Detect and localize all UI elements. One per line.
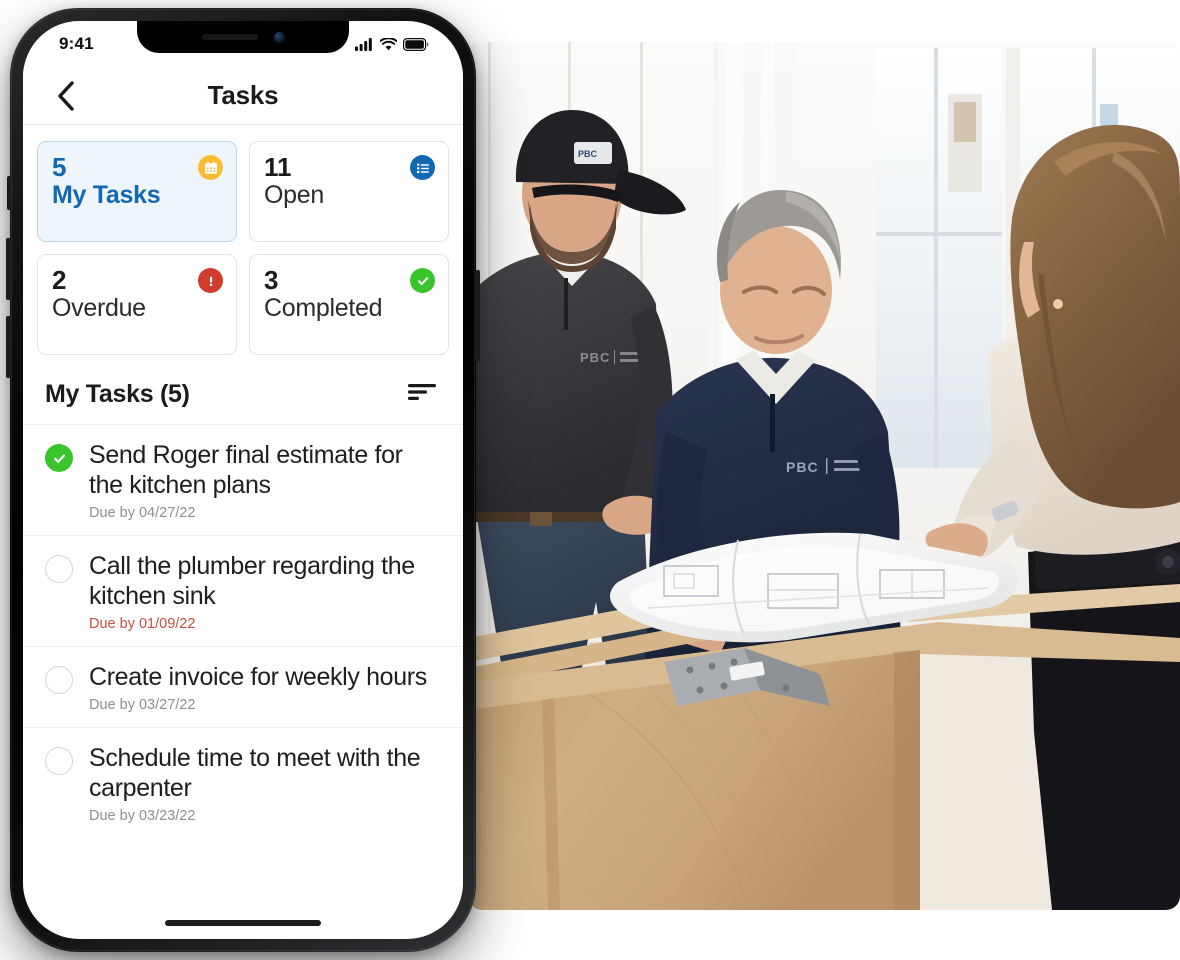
- front-camera-icon: [273, 31, 285, 43]
- navigation-bar: Tasks: [23, 67, 463, 125]
- task-row[interactable]: Call the plumber regarding the kitchen s…: [23, 535, 463, 646]
- stat-label-completed: Completed: [264, 294, 383, 323]
- notch: [137, 21, 349, 53]
- stat-count-my-tasks: 5: [52, 152, 67, 182]
- task-body: Send Roger final estimate for the kitche…: [89, 440, 441, 521]
- task-row[interactable]: Create invoice for weekly hours Due by 0…: [23, 646, 463, 727]
- sort-button[interactable]: [403, 377, 441, 412]
- task-title: Call the plumber regarding the kitchen s…: [89, 552, 415, 610]
- task-due-date: Due by 03/23/22: [89, 808, 196, 824]
- stat-card-completed[interactable]: 3 Completed: [249, 254, 449, 355]
- task-due-date: Due by 04/27/22: [89, 505, 196, 521]
- volume-up-button[interactable]: [6, 238, 11, 300]
- stat-card-my-tasks[interactable]: 5 My Tasks: [37, 141, 237, 242]
- volume-down-button[interactable]: [6, 316, 11, 378]
- sort-icon: [408, 384, 436, 400]
- task-row[interactable]: Send Roger final estimate for the kitche…: [23, 424, 463, 535]
- svg-text:PBC: PBC: [580, 350, 610, 365]
- phone-device: 9:41 Tasks 5 My Tasks 11 Open 2 Overdue …: [6, 8, 480, 952]
- check-glyph: [417, 276, 428, 285]
- stat-label-overdue: Overdue: [52, 294, 146, 323]
- stat-label-my-tasks: My Tasks: [52, 181, 161, 210]
- screenshot-stage: PBC PBC PBC 9:41 Tasks 5 My Tasks 11 Ope…: [0, 0, 1180, 960]
- status-time: 9:41: [59, 34, 94, 53]
- task-title: Create invoice for weekly hours: [89, 663, 427, 691]
- list-glyph: [416, 163, 429, 173]
- task-title: Send Roger final estimate for the kitche…: [89, 441, 403, 499]
- stat-label-open: Open: [264, 181, 324, 210]
- calendar-icon: [198, 155, 223, 180]
- alert-icon: [198, 268, 223, 293]
- stat-count-open: 11: [264, 152, 292, 182]
- check-circle-icon: [410, 268, 435, 293]
- stat-card-grid: 5 My Tasks 11 Open 2 Overdue 3 Completed: [23, 125, 463, 363]
- calendar-glyph: [204, 161, 217, 174]
- back-button[interactable]: [45, 76, 85, 116]
- earpiece-speaker: [201, 34, 258, 40]
- task-row[interactable]: Schedule time to meet with the carpenter…: [23, 727, 463, 838]
- chevron-left-icon: [57, 80, 74, 111]
- stat-count-completed: 3: [264, 265, 279, 295]
- svg-text:PBC: PBC: [578, 149, 598, 159]
- mute-switch[interactable]: [7, 176, 11, 210]
- section-header: My Tasks (5): [23, 363, 463, 424]
- battery-icon: [403, 37, 429, 51]
- checkmark-icon: [53, 454, 65, 463]
- task-checkbox-empty[interactable]: [45, 666, 73, 694]
- task-body: Call the plumber regarding the kitchen s…: [89, 551, 441, 632]
- task-title: Schedule time to meet with the carpenter: [89, 744, 421, 802]
- task-checkbox-empty[interactable]: [45, 555, 73, 583]
- cellular-signal-icon: [355, 37, 372, 51]
- stat-count-overdue: 2: [52, 265, 67, 295]
- wifi-icon: [380, 37, 397, 50]
- list-icon: [410, 155, 435, 180]
- stat-card-overdue[interactable]: 2 Overdue: [37, 254, 237, 355]
- phone-screen: 9:41 Tasks 5 My Tasks 11 Open 2 Overdue …: [23, 21, 463, 939]
- alert-glyph: [209, 276, 212, 286]
- task-checkbox-checked[interactable]: [45, 444, 73, 472]
- page-title: Tasks: [207, 80, 279, 110]
- task-body: Schedule time to meet with the carpenter…: [89, 743, 441, 824]
- task-due-date-overdue: Due by 01/09/22: [89, 616, 196, 632]
- section-title: My Tasks (5): [45, 380, 190, 408]
- task-body: Create invoice for weekly hours Due by 0…: [89, 662, 441, 713]
- stat-card-open[interactable]: 11 Open: [249, 141, 449, 242]
- task-list: Send Roger final estimate for the kitche…: [23, 424, 463, 838]
- task-checkbox-empty[interactable]: [45, 747, 73, 775]
- power-button[interactable]: [475, 270, 480, 362]
- task-due-date: Due by 03/27/22: [89, 697, 196, 713]
- photo-illustration: PBC PBC PBC: [468, 42, 1180, 910]
- home-indicator[interactable]: [165, 920, 321, 926]
- status-icons: [355, 37, 429, 51]
- svg-text:PBC: PBC: [786, 459, 819, 475]
- hero-photo: PBC PBC PBC: [468, 42, 1180, 910]
